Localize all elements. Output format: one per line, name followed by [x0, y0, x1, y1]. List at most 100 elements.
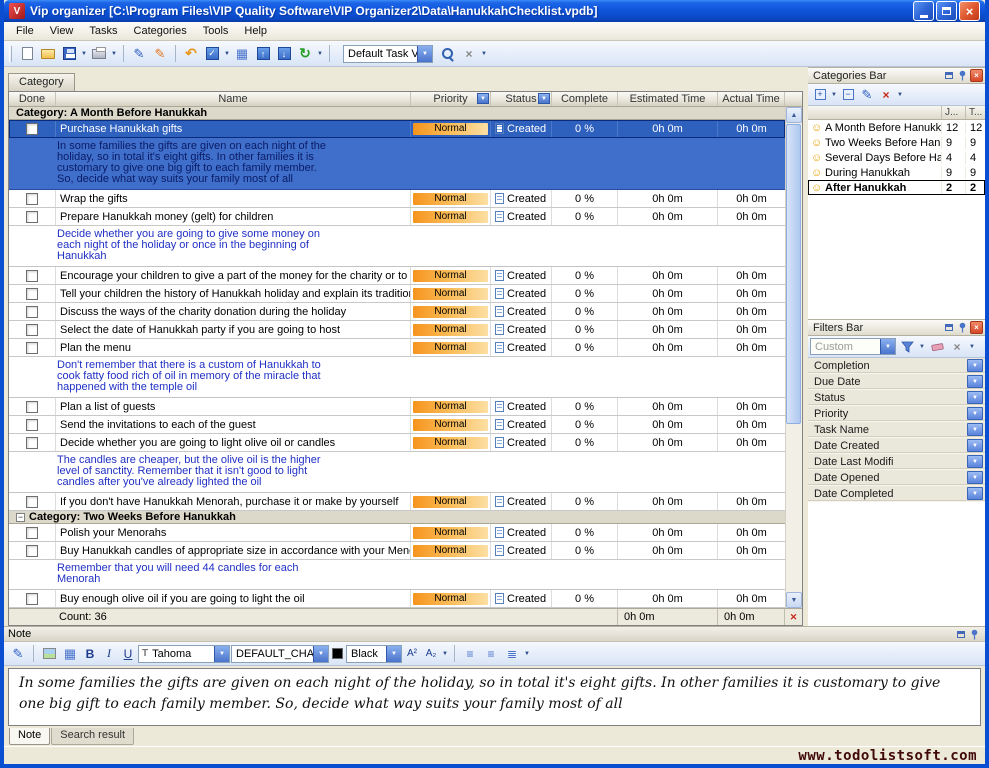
remove-filter-arrow[interactable]: ▼ [968, 344, 976, 350]
panel-collapse-icon[interactable] [942, 321, 955, 334]
column-header-name[interactable]: Name [56, 92, 411, 106]
scroll-thumb[interactable] [786, 124, 801, 424]
delete-category-button[interactable]: × [877, 86, 895, 104]
column-filter-button[interactable]: ▼ [477, 93, 489, 104]
column-header-priority[interactable]: Priority▼ [411, 92, 491, 106]
filter-dropdown-button[interactable]: ▼ [967, 375, 983, 388]
filter-dropdown-button[interactable]: ▼ [967, 487, 983, 500]
menu-item-categories[interactable]: Categories [126, 23, 195, 39]
done-checkbox[interactable] [26, 437, 38, 449]
save-button[interactable] [59, 44, 79, 64]
bullet-list-button[interactable]: ≣ [502, 644, 522, 664]
menu-item-help[interactable]: Help [236, 23, 275, 39]
save-menu-arrow[interactable]: ▼ [80, 51, 88, 57]
remove-filter-button[interactable]: × [948, 338, 966, 356]
edit-category-button[interactable]: ✎ [858, 86, 876, 104]
chevron-down-icon[interactable]: ▼ [386, 646, 401, 662]
column-header-actual-time[interactable]: Actual Time [718, 92, 785, 106]
done-checkbox[interactable] [26, 288, 38, 300]
done-checkbox[interactable] [26, 324, 38, 336]
close-button[interactable]: × [959, 1, 980, 21]
scroll-up-button[interactable]: ▲ [786, 107, 802, 123]
filter-dropdown-button[interactable]: ▼ [967, 359, 983, 372]
scroll-track[interactable] [786, 123, 802, 592]
filter-dropdown-button[interactable]: ▼ [967, 407, 983, 420]
edit-filter-button[interactable] [898, 338, 916, 356]
insert-image-button[interactable] [39, 644, 59, 664]
task-row[interactable]: If you don't have Hanukkah Menorah, purc… [9, 493, 785, 511]
task-row[interactable]: Plan the menuNormalCreated0 %0h 0m0h 0m [9, 339, 785, 357]
task-row[interactable]: Buy Hanukkah candles of appropriate size… [9, 542, 785, 560]
filter-menu-arrow[interactable]: ▼ [918, 344, 926, 350]
minimize-button[interactable] [913, 1, 934, 21]
subscript-button[interactable]: A₂ [422, 645, 440, 663]
align-center-button[interactable]: ≡ [481, 644, 501, 664]
panel-pin-icon[interactable] [956, 321, 969, 334]
edit-note-button[interactable]: ✎ [150, 44, 170, 64]
menu-item-tools[interactable]: Tools [195, 23, 237, 39]
column-header-done[interactable]: Done [9, 92, 56, 106]
task-row[interactable]: Decide whether you are going to light ol… [9, 434, 785, 452]
panel-collapse-icon[interactable] [942, 69, 955, 82]
category-group-header[interactable]: −Category: Two Weeks Before Hanukkah [9, 511, 785, 524]
done-checkbox[interactable] [26, 342, 38, 354]
chevron-down-icon[interactable]: ▼ [880, 339, 895, 354]
done-checkbox[interactable] [26, 270, 38, 282]
column-header-estimated-time[interactable]: Estimated Time [618, 92, 718, 106]
category-group-header[interactable]: Category: A Month Before Hanukkah [9, 107, 785, 120]
task-type-select[interactable]: Default Task V ▼ [343, 45, 433, 63]
align-left-button[interactable]: ≡ [460, 644, 480, 664]
filter-dropdown-button[interactable]: ▼ [967, 423, 983, 436]
task-row[interactable]: Tell your children the history of Hanukk… [9, 285, 785, 303]
task-row[interactable]: Encourage your children to give a part o… [9, 267, 785, 285]
panel-close-icon[interactable]: × [970, 321, 983, 334]
task-row[interactable]: Discuss the ways of the charity donation… [9, 303, 785, 321]
chevron-down-icon[interactable]: ▼ [417, 46, 432, 62]
column-filter-button[interactable]: ▼ [538, 93, 550, 104]
done-checkbox[interactable] [26, 527, 38, 539]
new-category-arrow[interactable]: ▼ [830, 92, 838, 98]
menu-item-file[interactable]: File [8, 23, 42, 39]
scroll-down-button[interactable]: ▼ [786, 592, 802, 608]
task-row[interactable]: Buy enough olive oil if you are going to… [9, 590, 785, 608]
tree-column-jobs[interactable]: J... [941, 106, 965, 119]
print-menu-arrow[interactable]: ▼ [110, 51, 118, 57]
underline-button[interactable]: U [119, 645, 137, 663]
filter-dropdown-button[interactable]: ▼ [967, 439, 983, 452]
edit-task-button[interactable]: ✎ [129, 44, 149, 64]
open-button[interactable] [38, 44, 58, 64]
italic-button[interactable]: I [100, 645, 118, 663]
collapse-group-icon[interactable]: − [16, 513, 25, 522]
sync-menu-arrow[interactable]: ▼ [316, 51, 324, 57]
insert-table-button[interactable]: ▦ [60, 644, 80, 664]
edit-note-button[interactable]: ✎ [8, 644, 28, 664]
filter-dropdown-button[interactable]: ▼ [967, 471, 983, 484]
clear-filter-button[interactable] [928, 338, 946, 356]
menu-item-view[interactable]: View [42, 23, 82, 39]
tree-column-tasks[interactable]: T... [965, 106, 985, 119]
undo-button[interactable]: ↶ [181, 44, 201, 64]
style-select[interactable]: DEFAULT_CHAR ▼ [231, 645, 329, 663]
tab-category[interactable]: Category [8, 73, 75, 91]
chevron-down-icon[interactable]: ▼ [313, 646, 328, 662]
new-subcategory-button[interactable]: − [839, 86, 857, 104]
panel-collapse-icon[interactable] [954, 628, 967, 641]
filter-dropdown-button[interactable]: ▼ [967, 391, 983, 404]
print-button[interactable] [89, 44, 109, 64]
chevron-down-icon[interactable]: ▼ [214, 646, 229, 662]
done-checkbox[interactable] [26, 211, 38, 223]
done-checkbox[interactable] [26, 419, 38, 431]
clear-button[interactable]: × [459, 44, 479, 64]
tab-search-result[interactable]: Search result [51, 728, 134, 745]
move-down-button[interactable]: ↓ [274, 44, 294, 64]
done-checkbox[interactable] [26, 306, 38, 318]
bold-button[interactable]: B [81, 645, 99, 663]
font-select[interactable]: T Tahoma ▼ [138, 645, 230, 663]
new-task-button[interactable] [17, 44, 37, 64]
menu-item-tasks[interactable]: Tasks [81, 23, 125, 39]
list-menu-arrow[interactable]: ▼ [523, 651, 531, 657]
task-row[interactable]: Polish your MenorahsNormalCreated0 %0h 0… [9, 524, 785, 542]
task-row[interactable]: Purchase Hanukkah giftsNormalCreated0 %0… [9, 120, 785, 138]
done-checkbox[interactable] [26, 193, 38, 205]
filter-dropdown-button[interactable]: ▼ [967, 455, 983, 468]
